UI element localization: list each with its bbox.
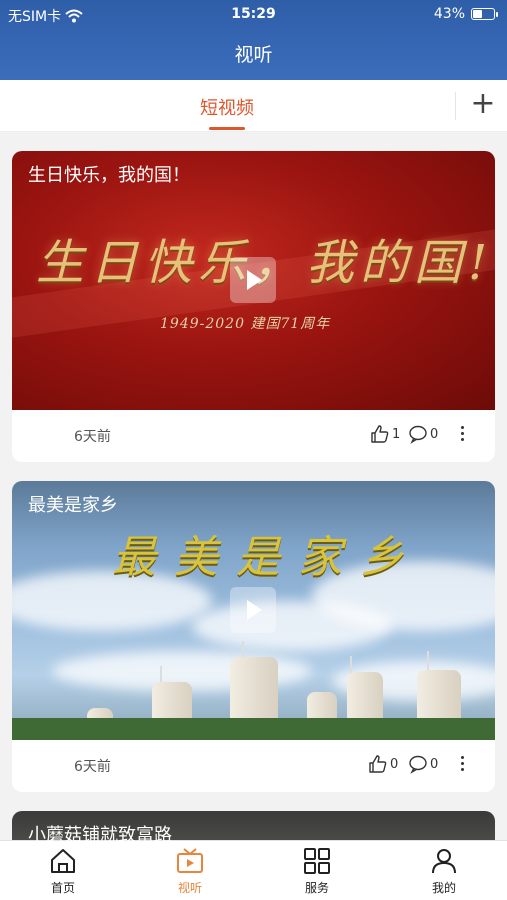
- comment-count: 0: [430, 426, 439, 442]
- battery-group: 43%: [433, 6, 498, 22]
- page-title: 视听: [234, 44, 273, 66]
- battery-percent: 43%: [433, 6, 465, 22]
- status-bar: 无SIM卡 15:29 43%: [0, 0, 507, 28]
- publish-time: 6天前: [74, 759, 111, 775]
- video-card[interactable]: 最美是家乡 最美是家乡 6天前 0 0: [12, 481, 495, 792]
- video-icon: [177, 848, 203, 873]
- nav-profile[interactable]: 我的: [404, 847, 484, 896]
- video-thumbnail[interactable]: 最美是家乡 最美是家乡: [12, 481, 495, 740]
- comment-button[interactable]: 0: [408, 424, 438, 444]
- video-meta: 6天前 1 0: [12, 410, 495, 462]
- tree-line: [12, 718, 495, 740]
- thumbs-up-icon: [371, 425, 389, 443]
- nav-label: 视听: [177, 881, 202, 895]
- nav-label: 我的: [431, 881, 456, 895]
- comment-icon: [409, 755, 427, 774]
- tab-divider: [455, 92, 456, 120]
- tab-bar: 短视频 +: [0, 80, 507, 132]
- comment-button[interactable]: 0: [408, 754, 438, 774]
- user-icon: [432, 849, 456, 874]
- battery-icon: [471, 8, 498, 20]
- tab-short-video[interactable]: 短视频: [186, 94, 268, 120]
- like-count: 0: [390, 756, 399, 772]
- nav-home[interactable]: 首页: [23, 847, 103, 896]
- more-icon[interactable]: [456, 424, 468, 444]
- comment-icon: [409, 425, 427, 444]
- comment-count: 0: [430, 756, 439, 772]
- video-title: 生日快乐，我的国！: [28, 165, 190, 186]
- thumbs-up-icon: [369, 755, 387, 773]
- play-icon[interactable]: [230, 587, 276, 633]
- clock: 15:29: [231, 6, 276, 22]
- thumbnail-overlay-text: 最美是家乡: [112, 532, 422, 583]
- tab-underline: [209, 127, 245, 130]
- bottom-nav: 首页 视听 服务 我的: [0, 840, 507, 900]
- thumbnail-overlay-subtext: 1949-2020 建国71周年: [160, 316, 331, 332]
- more-icon[interactable]: [456, 754, 468, 774]
- plus-icon[interactable]: +: [467, 88, 499, 120]
- app-header: 无SIM卡 15:29 43% 视听: [0, 0, 507, 80]
- like-button[interactable]: 0: [368, 754, 398, 774]
- play-icon[interactable]: [230, 257, 276, 303]
- home-icon: [51, 849, 75, 873]
- nav-label: 首页: [50, 881, 75, 895]
- publish-time: 6天前: [74, 429, 111, 445]
- like-button[interactable]: 1: [370, 424, 400, 444]
- video-thumbnail[interactable]: 生日快乐，我的国! 1949-2020 建国71周年 生日快乐，我的国！: [12, 151, 495, 410]
- grid-icon: [304, 848, 330, 874]
- video-card[interactable]: 生日快乐，我的国! 1949-2020 建国71周年 生日快乐，我的国！ 6天前…: [12, 151, 495, 462]
- nav-label: 服务: [304, 881, 329, 895]
- like-count: 1: [392, 426, 401, 442]
- nav-video[interactable]: 视听: [150, 847, 230, 896]
- video-meta: 6天前 0 0: [12, 740, 495, 792]
- video-title: 最美是家乡: [28, 495, 118, 516]
- video-title: 小蘑菇铺就致富路: [28, 825, 172, 846]
- nav-services[interactable]: 服务: [277, 847, 357, 896]
